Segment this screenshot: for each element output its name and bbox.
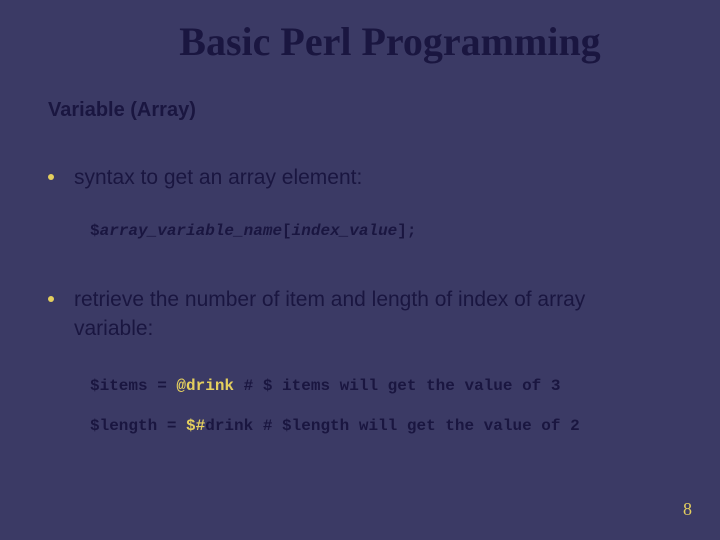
- bullet-icon: [48, 296, 54, 302]
- bullet-icon: [48, 174, 54, 180]
- bullet-text: retrieve the number of item and length o…: [74, 286, 654, 343]
- code-token-italic: index_value: [292, 222, 398, 240]
- code-token: $items =: [90, 377, 176, 395]
- code-syntax-line: $array_variable_name[index_value];: [90, 222, 720, 240]
- code-token: [: [282, 222, 292, 240]
- code-token-highlight: @drink: [176, 377, 234, 395]
- code-token: $: [90, 222, 100, 240]
- slide-title: Basic Perl Programming: [60, 0, 720, 65]
- bullet-item: syntax to get an array element:: [48, 164, 720, 192]
- code-token: ];: [397, 222, 416, 240]
- slide: Basic Perl Programming Variable (Array) …: [0, 0, 720, 540]
- code-token: drink: [205, 417, 253, 435]
- slide-subtitle: Variable (Array): [48, 99, 720, 122]
- page-number: 8: [683, 499, 692, 520]
- code-length-line: $length = $#drink # $length will get the…: [90, 417, 720, 435]
- code-comment: # $length will get the value of 2: [253, 417, 579, 435]
- code-token-italic: array_variable_name: [100, 222, 282, 240]
- bullet-text: syntax to get an array element:: [74, 164, 362, 192]
- code-token: $length =: [90, 417, 186, 435]
- code-token-highlight: $#: [186, 417, 205, 435]
- bullet-item: retrieve the number of item and length o…: [48, 286, 720, 343]
- code-items-line: $items = @drink # $ items will get the v…: [90, 377, 720, 395]
- code-comment: # $ items will get the value of 3: [234, 377, 560, 395]
